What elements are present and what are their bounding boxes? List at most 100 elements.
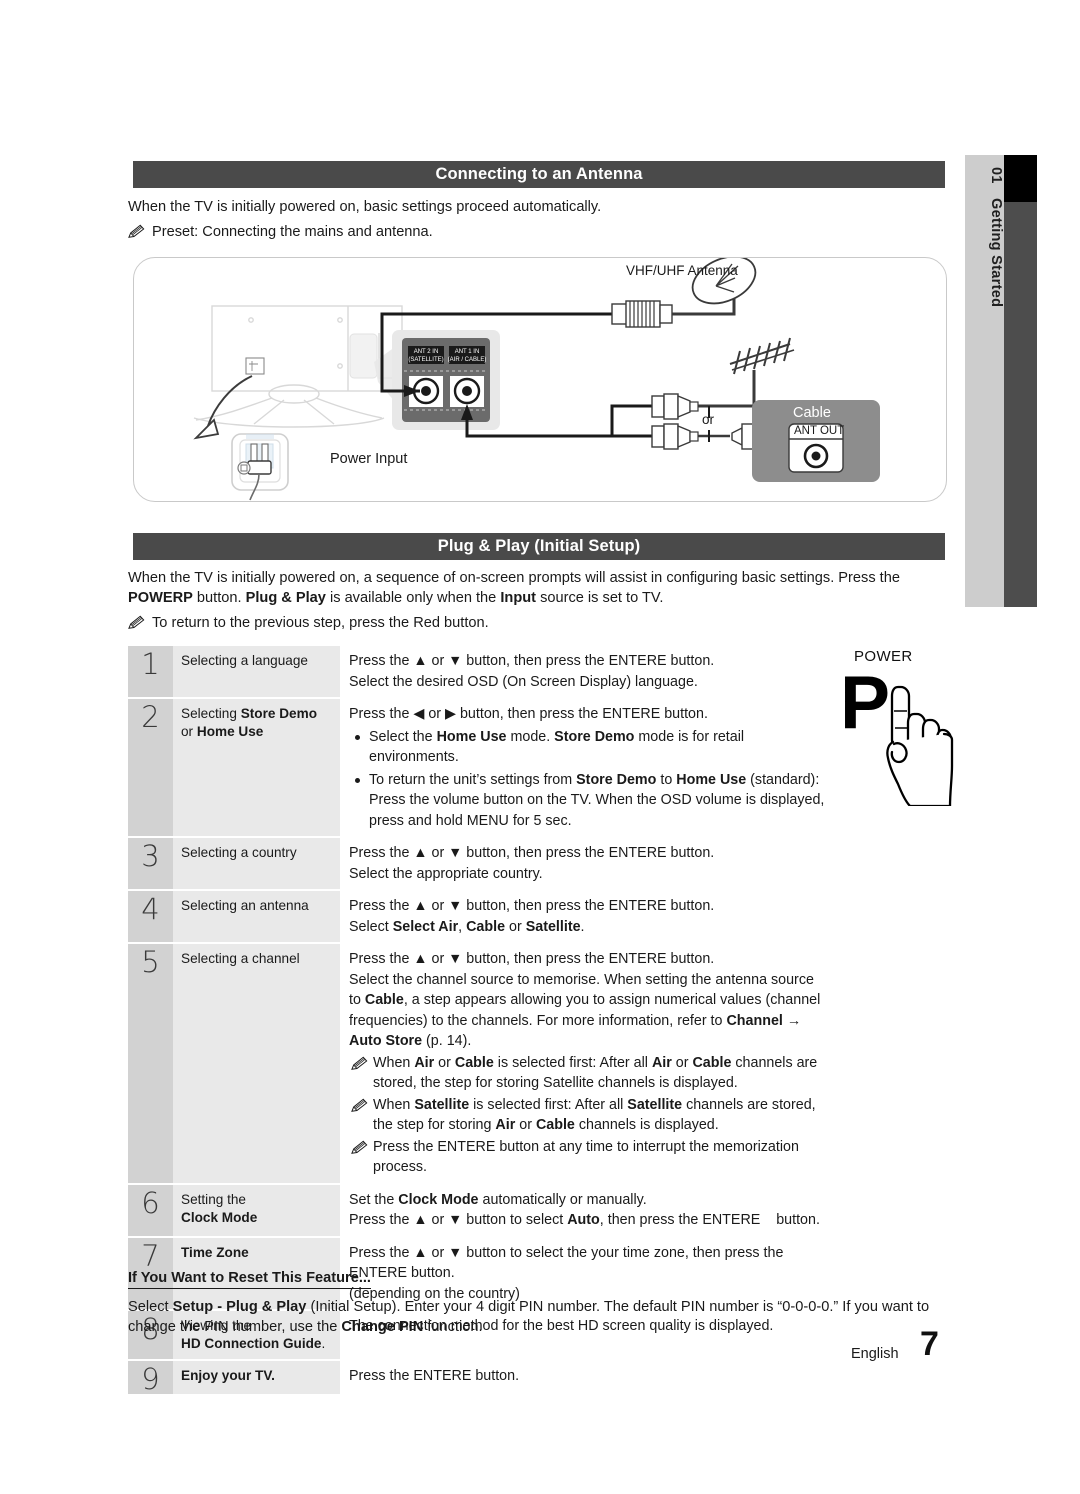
plugplay-power-button-name: POWERP xyxy=(128,590,193,606)
antenna-preset-note: Preset: Connecting the mains and antenna… xyxy=(128,222,962,242)
step-subnote-text: When Satellite is selected first: After … xyxy=(373,1096,816,1134)
step-description: Press the ENTERE button. xyxy=(340,1361,828,1394)
step-subnote-text: Press the ENTERE button at any time to i… xyxy=(373,1138,799,1176)
list-item: Select the Home Use mode. Store Demo mod… xyxy=(349,727,828,768)
table-row: 9 Enjoy your TV. Press the ENTERE button… xyxy=(128,1361,828,1394)
table-row: 1 Selecting a language Press the ▲ or ▼ … xyxy=(128,646,828,697)
ant1-in-label-line1: ANT 1 IN xyxy=(455,349,480,355)
step-label-tail: . xyxy=(321,1336,326,1351)
step-label: Selecting Store Demo or Home Use xyxy=(173,699,340,836)
step-subnote: When Air or Cable is selected first: Aft… xyxy=(349,1053,828,1094)
plugplay-bold-name: Plug & Play xyxy=(245,590,326,606)
chapter-side-tab: 01 Getting Started xyxy=(965,155,1037,607)
plugplay-note-text: To return to the previous step, press th… xyxy=(152,615,489,631)
coax-connector-low xyxy=(651,423,757,450)
section-header-plug-play: Plug & Play (Initial Setup) xyxy=(133,533,945,560)
plugplay-intro-paragraph: When the TV is initially powered on, a s… xyxy=(128,568,936,608)
antenna-preset-note-text: Preset: Connecting the mains and antenna… xyxy=(152,224,433,240)
step-desc-line: Select the appropriate country. xyxy=(349,865,543,882)
manual-page: 01 Getting Started Connecting to an Ante… xyxy=(0,0,1080,1494)
table-row: 2 Selecting Store Demo or Home Use Press… xyxy=(128,699,828,836)
antenna-intro-paragraph: When the TV is initially powered on, bas… xyxy=(128,199,602,215)
plugplay-intro-part3: is available only when the xyxy=(325,590,501,606)
step-desc-line: Press the ▲ or ▼ button, then press the … xyxy=(349,845,715,861)
list-item: To return the unit’s settings from Store… xyxy=(349,770,828,832)
page-number: 7 xyxy=(920,1325,939,1363)
step-desc-line: Press the ▲ or ▼ button to select the yo… xyxy=(349,1244,784,1282)
plugplay-input-bold: Input xyxy=(500,590,537,606)
ant2-in-label-line2: (SATELLITE) xyxy=(408,357,443,363)
step-number: 6 xyxy=(128,1184,173,1236)
step-label-bold: Time Zone xyxy=(181,1244,249,1260)
power-graphic-letter: P xyxy=(840,660,891,744)
step-description: Press the ▲ or ▼ button, then press the … xyxy=(340,891,828,942)
reset-changepin-bold: Change PIN xyxy=(341,1319,424,1335)
step-subnote: When Satellite is selected first: After … xyxy=(349,1095,828,1136)
step-desc-line: Press the ▲ or ▼ button, then press the … xyxy=(349,898,715,914)
step-label-bold2: Home Use xyxy=(196,724,264,739)
diagram-label-power-input: Power Input xyxy=(330,451,408,467)
diagram-svg: ANT 2 IN (SATELLITE) ANT 1 IN (AIR / CAB… xyxy=(193,255,880,501)
step-label-part2: or xyxy=(181,724,197,739)
reset-body-part4: function. xyxy=(423,1319,483,1335)
step-description: Press the ▲ or ▼ button, then press the … xyxy=(340,838,828,889)
step-description: Press the ▲ or ▼ button, then press the … xyxy=(340,944,828,1183)
pencil-note-icon xyxy=(351,1098,368,1112)
step-number: 3 xyxy=(128,838,173,889)
pencil-note-icon xyxy=(128,615,145,629)
step-label-bold: Store Demo xyxy=(240,706,317,721)
diagram-label-vhf-uhf-antenna: VHF/UHF Antenna xyxy=(626,263,738,278)
step-number: 1 xyxy=(128,646,173,697)
step-label-part: Setting the xyxy=(181,1191,246,1207)
ant1-in-label-line2: (AIR / CABLE) xyxy=(448,357,487,363)
pencil-note-icon xyxy=(351,1140,368,1154)
plugplay-red-button-note: To return to the previous step, press th… xyxy=(128,613,960,633)
step-desc-line: Press the ENTERE button. xyxy=(349,1368,520,1384)
step-description: Press the ◀ or ▶ button, then press the … xyxy=(340,699,828,836)
step-desc-line: Select the desired OSD (On Screen Displa… xyxy=(349,673,698,690)
step-desc-line: Press the ▲ or ▼ button, then press the … xyxy=(349,653,715,669)
step-number: 9 xyxy=(128,1361,173,1394)
step-desc-line: Press the ◀ or ▶ button, then press the … xyxy=(349,706,708,722)
plugplay-intro-part4: source is set to TV. xyxy=(536,590,664,606)
step-description: Set the Clock Mode automatically or manu… xyxy=(340,1184,828,1236)
section-header-connecting-antenna: Connecting to an Antenna xyxy=(133,161,945,188)
diagram-label-cable: Cable xyxy=(793,405,831,421)
step-subnote-text: When Air or Cable is selected first: Aft… xyxy=(373,1054,818,1092)
step-label-bold: HD Connection Guide xyxy=(181,1336,322,1351)
plugplay-intro-part1: When the TV is initially powered on, a s… xyxy=(128,570,900,586)
step-desc-body: Select the channel source to memorise. W… xyxy=(349,971,821,1050)
diagram-label-or: or xyxy=(702,412,715,427)
antenna-connection-diagram: ANT 2 IN (SATELLITE) ANT 1 IN (AIR / CAB… xyxy=(133,255,947,502)
side-tab-label: Getting Started xyxy=(988,197,1004,307)
step-label-bold: Enjoy your TV. xyxy=(181,1368,275,1383)
step-label: Setting the Clock Mode xyxy=(173,1184,340,1236)
ant2-in-label-line1: ANT 2 IN xyxy=(414,349,439,355)
step-number: 5 xyxy=(128,944,173,1183)
step-number: 4 xyxy=(128,891,173,942)
step-label: Selecting a language xyxy=(173,646,340,697)
step-label: Enjoy your TV. xyxy=(173,1361,340,1394)
side-tab-black-marker xyxy=(1004,155,1037,202)
side-tab-number: 01 xyxy=(988,167,1004,184)
step-desc-line: Set the Clock Mode automatically or manu… xyxy=(349,1191,647,1208)
step-label: Selecting a country xyxy=(173,838,340,889)
reset-feature-title: If You Want to Reset This Feature... xyxy=(128,1270,371,1289)
side-tab-text: 01 Getting Started xyxy=(965,155,1004,607)
step-label: Selecting an antenna xyxy=(173,891,340,942)
reset-body-part2: (Initial Setup). Enter your 4 digit PIN … xyxy=(306,1299,930,1315)
reset-setup-bold: Setup - Plug & Play xyxy=(172,1299,307,1315)
power-button-illustration: POWER P xyxy=(836,648,956,813)
table-row: 3 Selecting a country Press the ▲ or ▼ b… xyxy=(128,838,828,889)
reset-body-part3: change the PIN number, use the xyxy=(128,1319,342,1335)
step-desc-line: Select Select Air, Cable or Satellite. xyxy=(349,918,585,935)
step-description: Press the ▲ or ▼ button, then press the … xyxy=(340,646,828,697)
table-row: 5 Selecting a channel Press the ▲ or ▼ b… xyxy=(128,944,828,1183)
footer-language: English xyxy=(851,1346,899,1362)
pointing-hand-icon xyxy=(886,685,954,806)
table-row: 6 Setting the Clock Mode Set the Clock M… xyxy=(128,1184,828,1236)
table-row: 4 Selecting an antenna Press the ▲ or ▼ … xyxy=(128,891,828,942)
reset-feature-body: Select Setup - Plug & Play (Initial Setu… xyxy=(128,1297,938,1337)
step-label: Selecting a channel xyxy=(173,944,340,1183)
section-title-text: Connecting to an Antenna xyxy=(435,165,643,183)
